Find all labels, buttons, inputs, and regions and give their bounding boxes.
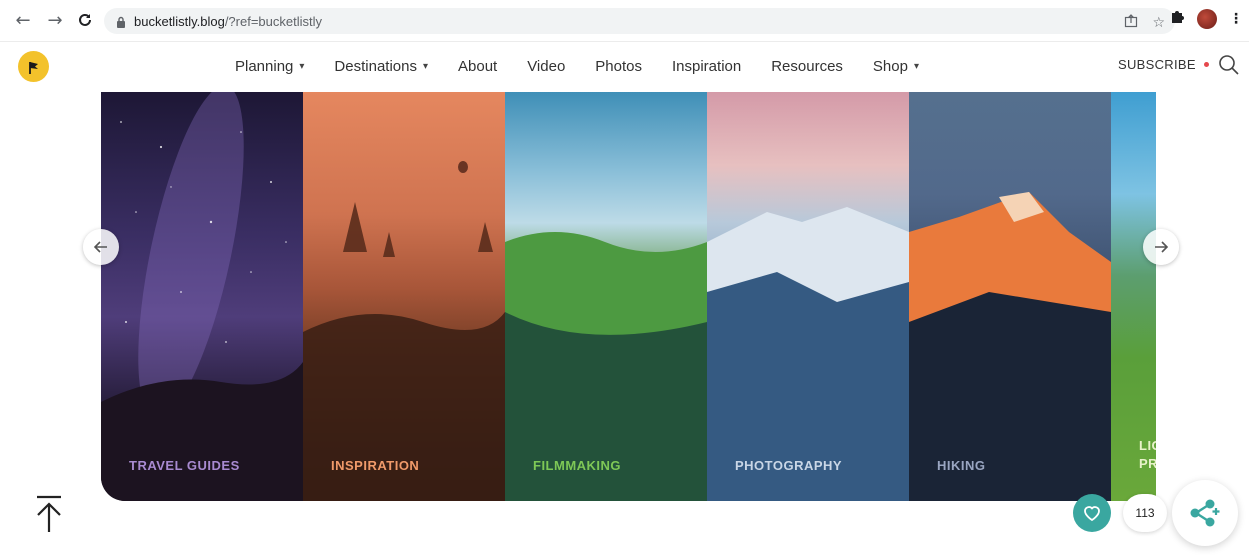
heart-icon [1084,506,1100,522]
carousel-next-button[interactable] [1143,229,1179,265]
category-panel-travel-guides[interactable]: TRAVEL GUIDES [101,92,303,501]
nav-planning[interactable]: Planning ▾ [235,58,304,75]
nav-video[interactable]: Video [527,58,565,75]
chevron-down-icon: ▾ [299,60,305,72]
green-valley-image [505,232,707,501]
bookmark-star-icon[interactable]: ☆ [1152,15,1165,31]
nav-resources[interactable]: Resources [771,58,843,75]
chevron-down-icon: ▾ [913,60,919,72]
category-panel-filmmaking[interactable]: FILMMAKING [505,92,707,501]
reload-icon[interactable] [74,9,96,31]
browser-toolbar: ← → bucketlistly.blog/?ref=bucketlistly … [0,0,1249,42]
back-icon[interactable]: ← [12,9,34,31]
kebab-menu-icon[interactable]: ⋮ [1229,10,1243,27]
subscribe-link[interactable]: SUBSCRIBE [1118,57,1209,72]
nav-destinations[interactable]: Destinations ▾ [334,58,428,75]
profile-avatar[interactable] [1197,8,1217,29]
sunlit-peak-image [909,192,1111,501]
site-header: Planning ▾ Destinations ▾ About Video Phot… [0,42,1249,90]
category-label: TRAVEL GUIDES [129,458,240,473]
notification-dot [1203,62,1209,67]
address-bar[interactable]: bucketlistly.blog/?ref=bucketlistly ☆ [104,8,1175,34]
category-label: HIKING [937,458,986,473]
like-count: 113 [1123,494,1167,532]
nav-photos[interactable]: Photos [595,58,642,75]
arrow-right-icon [1155,241,1169,253]
arrow-up-icon [37,495,61,532]
extensions-area: ⋮ [1169,8,1249,29]
snowy-mountain-image [707,207,909,501]
nav-about[interactable]: About [458,58,497,75]
category-panel-partial[interactable]: LIGPR [1111,92,1156,501]
nav-inspiration[interactable]: Inspiration [672,58,741,75]
address-url: bucketlistly.blog/?ref=bucketlistly [134,13,322,29]
category-panel-inspiration[interactable]: INSPIRATION [303,92,505,501]
share-button[interactable] [1172,480,1238,546]
category-label: FILMMAKING [533,458,622,473]
main-nav: Planning ▾ Destinations ▾ About Video Phot… [220,42,934,90]
omnibox-actions: ☆ [1124,14,1165,32]
category-label: LIGPR [1139,438,1156,471]
like-button[interactable] [1073,494,1111,532]
milky-way-image [101,92,303,501]
share-page-icon[interactable] [1124,14,1138,32]
scroll-to-top-button[interactable] [33,494,65,534]
flag-icon [28,61,38,74]
category-panel-hiking[interactable]: HIKING [909,92,1111,501]
share-icon [1190,499,1220,527]
search-icon[interactable] [1218,54,1242,78]
puzzle-icon[interactable] [1169,8,1185,29]
lock-icon [116,15,126,28]
category-carousel: TRAVEL GUIDES INSPIRATION FILMMAKING PHO… [101,92,1156,501]
carousel-prev-button[interactable] [83,229,119,265]
arrow-left-icon [93,241,107,253]
chevron-down-icon: ▾ [422,60,428,72]
category-panel-photography[interactable]: PHOTOGRAPHY [707,92,909,501]
category-label: PHOTOGRAPHY [735,458,843,473]
forward-icon[interactable]: → [44,9,66,31]
temples-image [303,161,505,501]
site-logo[interactable] [18,51,49,82]
category-label: INSPIRATION [331,458,420,473]
nav-shop[interactable]: Shop ▾ [873,58,919,75]
